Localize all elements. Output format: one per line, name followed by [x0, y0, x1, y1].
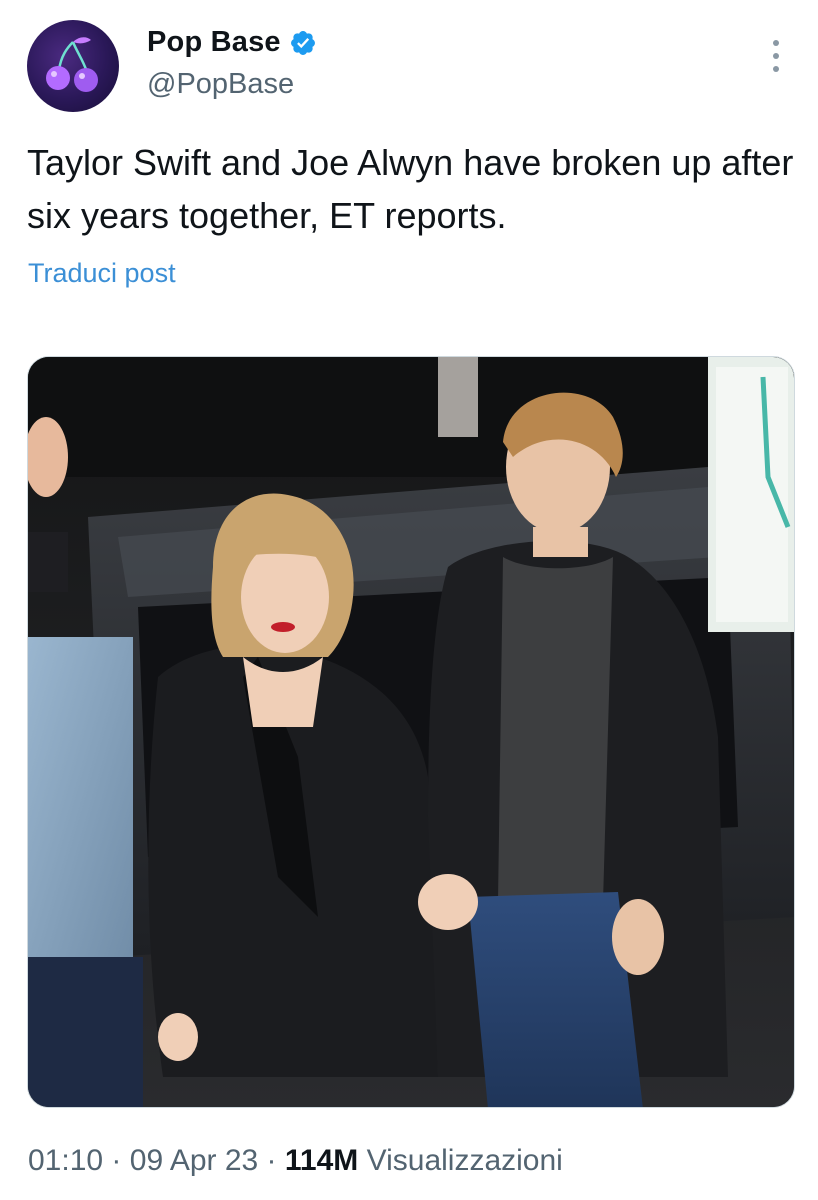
- tweet-text: Taylor Swift and Joe Alwyn have broken u…: [27, 142, 794, 236]
- author-name-row[interactable]: Pop Base: [147, 26, 317, 59]
- more-dot-icon: [773, 40, 779, 46]
- meta-separator: ·: [266, 1144, 277, 1177]
- photo-illustration: [28, 357, 794, 1107]
- author-display-name[interactable]: Pop Base: [147, 26, 281, 59]
- views-count: 114M: [284, 1144, 359, 1177]
- meta-separator: ·: [111, 1144, 122, 1177]
- cherry-icon: [46, 37, 98, 92]
- avatar[interactable]: [27, 20, 119, 112]
- tweet-time[interactable]: 01:10: [28, 1144, 103, 1177]
- more-dot-icon: [773, 66, 779, 72]
- more-dot-icon: [773, 53, 779, 59]
- tweet-meta: 01:10 · 09 Apr 23 · 114M Visualizzazioni: [28, 1144, 563, 1178]
- tweet-date[interactable]: 09 Apr 23: [130, 1144, 258, 1177]
- verified-badge-icon: [290, 30, 315, 55]
- views-label: Visualizzazioni: [366, 1144, 563, 1177]
- tweet-photo[interactable]: [27, 356, 795, 1108]
- more-options-button[interactable]: [762, 36, 790, 76]
- author-handle[interactable]: @PopBase: [147, 68, 294, 101]
- translate-post-link[interactable]: Traduci post: [28, 258, 176, 289]
